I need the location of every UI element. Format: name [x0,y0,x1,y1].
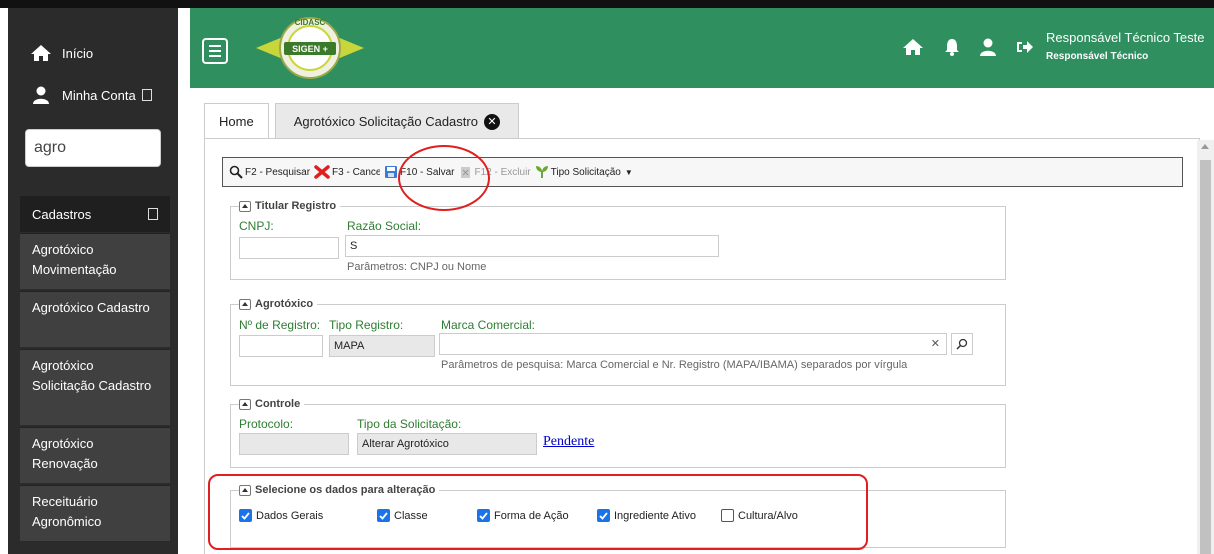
collapse-toggle-icon[interactable] [239,200,251,212]
menu-bar [209,50,221,52]
menu-bar [209,45,221,47]
agrotoxico-fieldset: Agrotóxico Nº de Registro: Tipo Registro… [230,298,1006,386]
fieldset-legend[interactable]: Controle [239,398,305,410]
collapse-toggle-icon[interactable] [239,298,251,310]
scrollbar-thumb[interactable] [1200,160,1211,554]
sidebar-item-receituario-agronomico[interactable]: Receituário Agronômico [20,485,170,541]
sidebar-item-label: Agrotóxico Solicitação Cadastro [32,358,152,393]
numero-registro-label: Nº de Registro: [239,318,321,332]
tab-label: Home [219,114,254,129]
home-icon[interactable] [902,38,924,59]
pesquisar-button[interactable]: F2 - Pesquisar [229,165,310,179]
fieldset-legend[interactable]: Titular Registro [239,200,341,212]
tipo-registro-value: MAPA [334,340,365,352]
titular-registro-fieldset: Titular Registro CNPJ: Razão Social: S P… [230,200,1006,280]
sidebar-item-agrotoxico-movimentacao[interactable]: Agrotóxico Movimentação [20,233,170,289]
button-label: F3 - Cancelar [332,166,381,178]
sidebar: Início Minha Conta Cadastros Agrotóxico … [8,8,178,554]
cnpj-label: CNPJ: [239,219,274,233]
cnpj-input[interactable] [239,237,339,259]
tipo-solicitacao-input: Alterar Agrotóxico [357,433,537,455]
scroll-up-arrow-icon[interactable] [1201,144,1209,149]
tab-agrotoxico-solicitacao-cadastro[interactable]: Agrotóxico Solicitação Cadastro ✕ [274,103,519,139]
vertical-scrollbar[interactable] [1197,140,1214,554]
numero-registro-input[interactable] [239,335,323,357]
red-circle-annotation [398,145,490,211]
red-box-annotation [208,474,868,550]
search-icon [956,338,968,350]
tipo-registro-input: MAPA [329,335,435,357]
razao-social-value: S [350,240,358,252]
sidebar-section-cadastros[interactable]: Cadastros [20,196,170,232]
tab-home[interactable]: Home [204,103,269,139]
plant-icon [535,166,548,178]
save-floppy-icon [385,166,398,178]
user-name: Responsável Técnico Teste [1046,30,1205,45]
sidebar-item-label: Minha Conta [62,87,136,103]
menu-toggle-button[interactable] [202,38,228,64]
legend-label: Titular Registro [255,200,337,212]
marca-comercial-input[interactable]: ✕ [439,333,947,355]
sidebar-item-label: Agrotóxico Movimentação [32,242,117,277]
sidebar-item-label: Agrotóxico Cadastro [32,300,150,315]
button-label: F2 - Pesquisar [245,166,311,178]
sidebar-item-inicio[interactable]: Início [8,44,178,62]
sidebar-item-agrotoxico-solicitacao-cadastro[interactable]: Agrotóxico Solicitação Cadastro [20,349,170,425]
tipo-registro-label: Tipo Registro: [329,318,404,332]
tipo-solicitacao-dropdown[interactable]: Tipo Solicitação ▼ [535,165,633,179]
fieldset-legend[interactable]: Agrotóxico [239,298,318,310]
top-border [0,0,1214,8]
cancel-x-icon [314,165,330,179]
protocolo-input [239,433,349,455]
caret-down-icon: ▼ [624,167,633,177]
user-icon[interactable] [980,38,996,59]
user-icon [28,86,54,104]
svg-text:CIDASC: CIDASC [295,18,326,27]
tipo-solicitacao-value: Alterar Agrotóxico [362,438,449,450]
razao-social-input[interactable]: S [345,235,719,257]
user-role: Responsável Técnico [1046,51,1149,62]
sidebar-item-minha-conta[interactable]: Minha Conta [8,86,178,104]
logout-icon[interactable] [1016,39,1034,58]
bell-icon[interactable] [944,38,960,59]
menu-bar [209,55,221,57]
controle-fieldset: Controle Protocolo: Tipo da Solicitação:… [230,398,1006,468]
sidebar-section-label: Cadastros [32,206,92,222]
sidebar-item-label: Início [62,45,94,61]
marca-comercial-label: Marca Comercial: [441,318,536,332]
titular-hint: Parâmetros: CNPJ ou Nome [347,261,487,273]
protocolo-label: Protocolo: [239,417,294,431]
legend-label: Controle [255,398,301,410]
legend-label: Agrotóxico [255,298,314,310]
collapse-toggle-icon[interactable] [239,398,251,410]
sidebar-item-agrotoxico-cadastro[interactable]: Agrotóxico Cadastro [20,291,170,347]
header-icons [902,38,1034,59]
razao-social-label: Razão Social: [347,219,422,233]
sidebar-item-agrotoxico-renovacao[interactable]: Agrotóxico Renovação [20,427,170,483]
tab-label: Agrotóxico Solicitação Cadastro [293,114,478,129]
sidebar-item-label: Receituário Agronômico [32,494,102,529]
cancelar-button[interactable]: F3 - Cancelar [314,165,380,179]
top-header: SIGEN + CIDASC Responsável Técnico Teste… [190,8,1214,88]
action-toolbar: F2 - Pesquisar F3 - Cancelar F10 - Salva… [222,157,1183,187]
clear-icon[interactable]: ✕ [931,337,940,350]
expand-square-icon [141,89,152,101]
cidasc-sigen-logo[interactable]: SIGEN + CIDASC [254,12,366,82]
sidebar-item-label: Agrotóxico Renovação [32,436,98,471]
marca-search-button[interactable] [951,333,973,355]
status-pendente-link[interactable]: Pendente [543,434,594,450]
button-label: Tipo Solicitação [550,166,621,178]
home-icon [28,44,54,62]
close-tab-icon[interactable]: ✕ [483,113,500,130]
tipo-solicitacao-label: Tipo da Solicitação: [357,417,462,431]
agrotoxico-hint: Parâmetros de pesquisa: Marca Comercial … [441,359,908,371]
search-icon [229,165,243,179]
tab-bar: Home Agrotóxico Solicitação Cadastro ✕ [204,103,519,139]
user-info[interactable]: Responsável Técnico Teste Responsável Té… [1046,30,1205,62]
svg-text:SIGEN +: SIGEN + [292,44,328,54]
collapse-square-icon [148,208,158,220]
sidebar-search-input[interactable] [25,129,161,167]
